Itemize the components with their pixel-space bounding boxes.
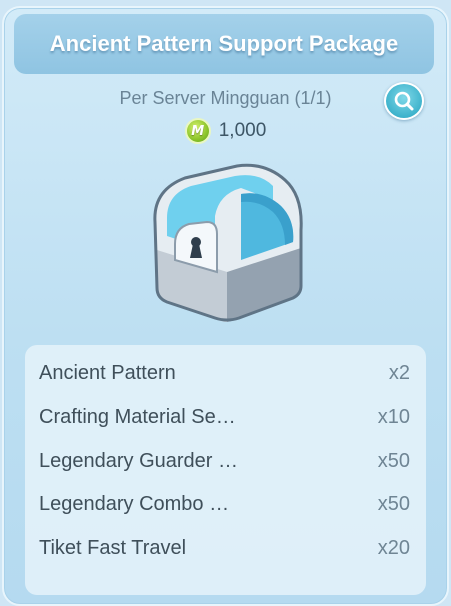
search-button[interactable] [384,82,424,120]
reward-list: Ancient Pattern x2 Crafting Material Se…… [25,345,426,595]
item-name: Legendary Guarder … [39,449,239,472]
item-quantity: x2 [388,361,410,384]
item-name: Legendary Combo … [39,492,230,515]
magnifier-icon [394,91,414,111]
item-name: Crafting Material Se… [39,405,236,428]
chest-icon [153,163,303,322]
package-title: Ancient Pattern Support Package [49,31,399,56]
price-row: M 1,000 [0,116,451,146]
m-coin-icon: M [184,118,211,144]
item-quantity: x10 [377,405,410,428]
list-item: Tiket Fast Travel x20 [39,533,410,563]
list-item: Legendary Guarder … x50 [39,446,410,476]
item-quantity: x20 [377,536,410,559]
title-bar: Ancient Pattern Support Package [14,14,434,74]
item-quantity: x50 [377,449,410,472]
list-item: Ancient Pattern x2 [39,358,410,388]
item-name: Tiket Fast Travel [39,536,187,559]
item-quantity: x50 [377,492,410,515]
list-item: Legendary Combo … x50 [39,489,410,519]
price-value: 1,000 [218,120,267,141]
list-item: Crafting Material Se… x10 [39,402,410,432]
item-name: Ancient Pattern [39,361,176,384]
